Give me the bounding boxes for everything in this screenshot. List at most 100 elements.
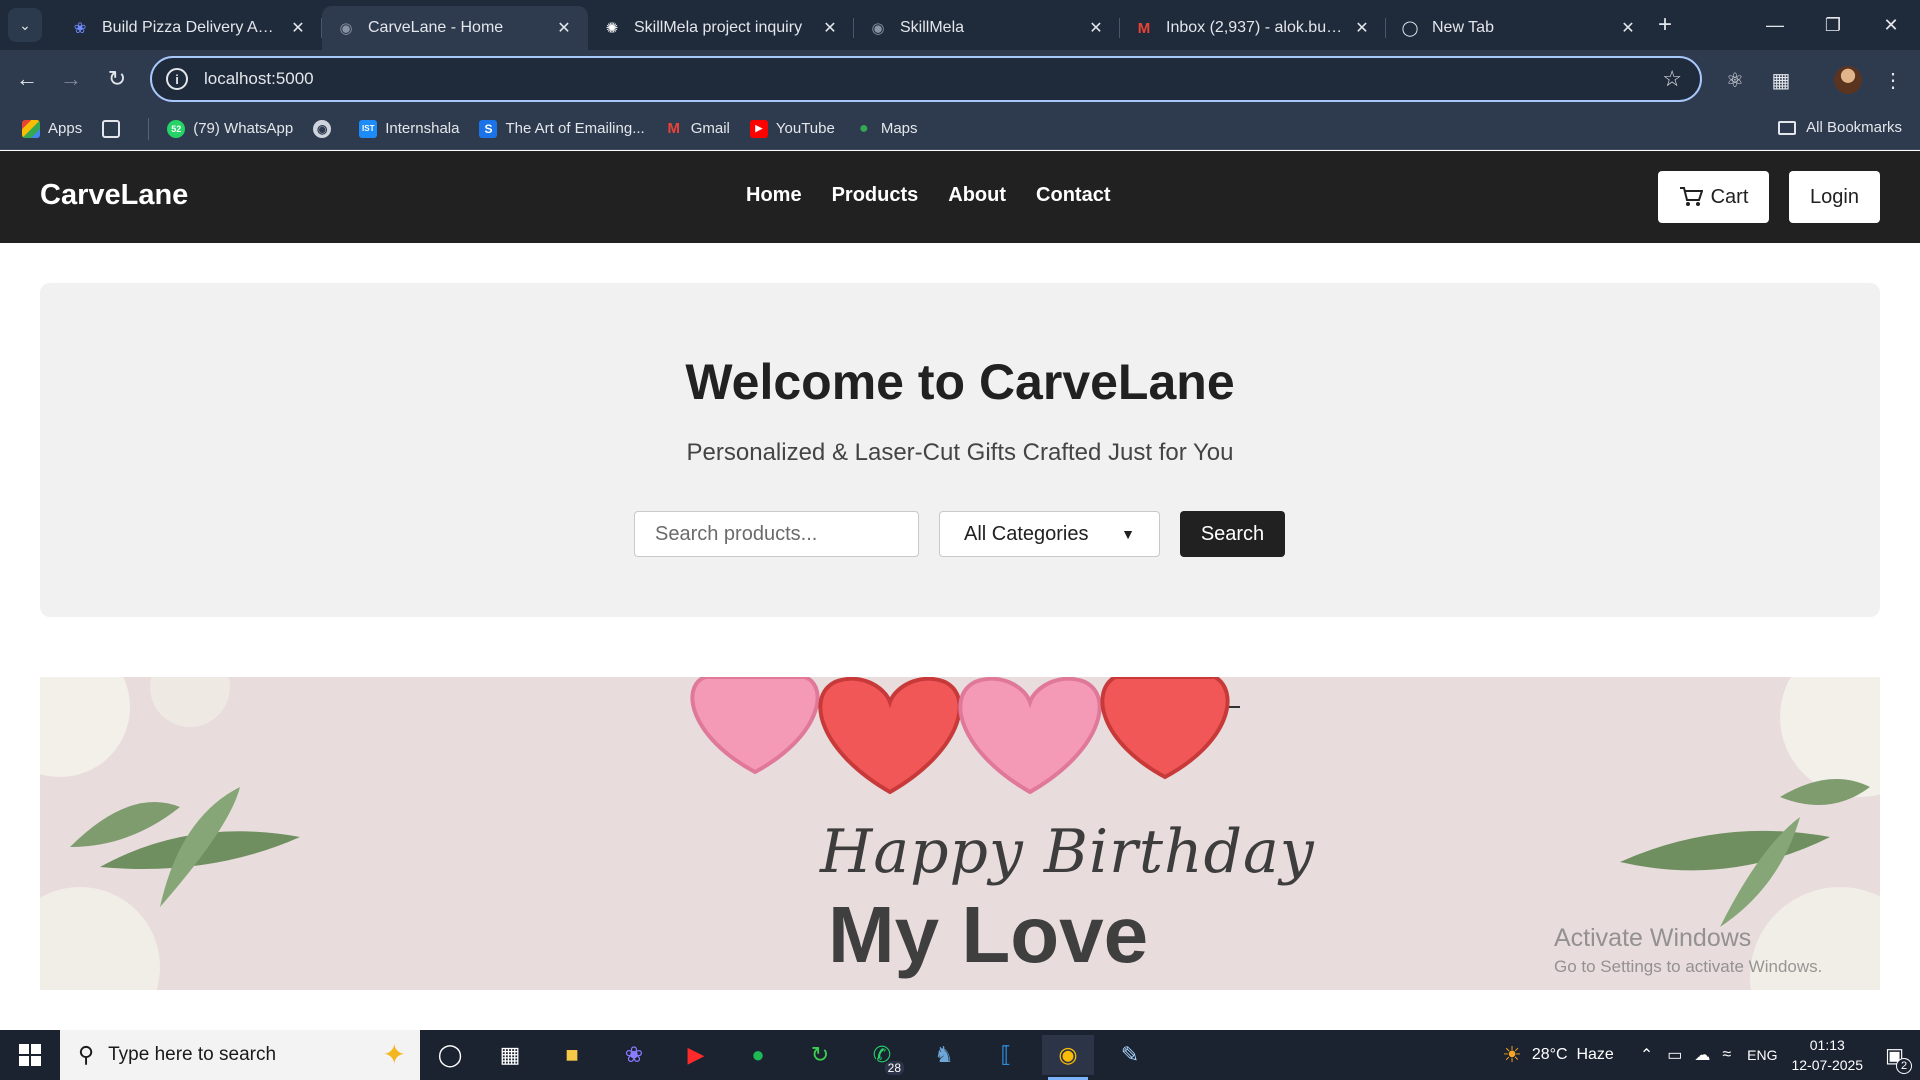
all-bookmarks[interactable]: All Bookmarks: [1778, 119, 1902, 136]
browser-tab-strip: ⌄ ❀ Build Pizza Delivery App wi ✕ ◉ Carv…: [0, 0, 1920, 50]
close-window-button[interactable]: ✕: [1862, 0, 1920, 50]
spotify-icon[interactable]: ●: [732, 1035, 784, 1075]
close-icon[interactable]: ✕: [1086, 18, 1106, 38]
reload-button[interactable]: ↻: [102, 64, 132, 94]
nav-about[interactable]: About: [948, 184, 1006, 207]
apps-grid-icon: [22, 119, 40, 138]
arrow-right-icon: →: [60, 66, 82, 91]
tab-title: New Tab: [1432, 19, 1494, 36]
window-controls: — ❐ ✕: [1746, 0, 1920, 50]
onedrive-icon[interactable]: ☁: [1694, 1045, 1710, 1065]
sparkle-icon: ✦: [382, 1039, 406, 1070]
minimize-button[interactable]: —: [1746, 0, 1804, 50]
bookmark-internshala[interactable]: IST Internshala: [359, 119, 459, 138]
menu-kebab-icon[interactable]: ⋮: [1878, 65, 1908, 95]
category-select[interactable]: All Categories ▼: [939, 511, 1160, 557]
youtube-icon[interactable]: ▶: [670, 1035, 722, 1075]
nav-contact[interactable]: Contact: [1036, 184, 1110, 207]
hero-section: Welcome to CarveLane Personalized & Lase…: [40, 283, 1880, 617]
nav-products[interactable]: Products: [832, 184, 919, 207]
tab-title: Build Pizza Delivery App wi: [102, 19, 282, 36]
forward-button[interactable]: →: [56, 64, 86, 94]
close-icon[interactable]: ✕: [288, 18, 308, 38]
bookmark-star-icon[interactable]: ☆: [1662, 66, 1682, 92]
arrow-left-icon: ←: [16, 66, 38, 91]
battery-icon[interactable]: ▭: [1667, 1045, 1682, 1065]
nav-home[interactable]: Home: [746, 184, 802, 207]
notification-icon[interactable]: ▣ 2: [1885, 1043, 1912, 1074]
activate-windows-watermark: Activate Windows Go to Settings to activ…: [1554, 924, 1823, 976]
site-info-icon[interactable]: i: [166, 68, 188, 90]
address-bar[interactable]: i localhost:5000 ☆: [150, 56, 1702, 102]
chrome-icon[interactable]: ◉: [1042, 1035, 1094, 1080]
grid-icon: [102, 119, 121, 138]
close-icon[interactable]: ✕: [554, 18, 574, 38]
close-icon[interactable]: ✕: [1618, 18, 1638, 38]
tab-skillmela[interactable]: ◉ SkillMela ✕: [854, 6, 1120, 50]
extension-atom-icon[interactable]: ⚛: [1720, 65, 1750, 95]
bookmark-globe[interactable]: ◉: [313, 119, 339, 138]
copilot-icon: ❀: [73, 20, 87, 37]
tab-skillmela-inquiry[interactable]: ✺ SkillMela project inquiry ✕: [588, 6, 854, 50]
whatsapp-icon: 52: [167, 119, 186, 138]
reload-icon: ↻: [107, 66, 127, 91]
task-view-icon[interactable]: ▦: [484, 1035, 536, 1075]
login-button[interactable]: Login: [1789, 171, 1880, 223]
restore-button[interactable]: ❐: [1804, 0, 1862, 50]
whatsapp-icon[interactable]: ✆ 28: [856, 1035, 908, 1075]
notepad-icon[interactable]: ✎: [1104, 1035, 1156, 1075]
cart-button[interactable]: Cart: [1658, 171, 1769, 223]
product-search-input[interactable]: [634, 511, 919, 557]
tab-pizza-app[interactable]: ❀ Build Pizza Delivery App wi ✕: [56, 6, 322, 50]
main-nav: Home Products About Contact: [746, 184, 1140, 207]
file-explorer-icon[interactable]: ■: [546, 1035, 598, 1075]
bookmark-divider: [148, 117, 150, 140]
tab-new-tab[interactable]: ◯ New Tab ✕: [1386, 6, 1652, 50]
maps-icon: ●: [858, 119, 869, 137]
chevron-down-icon: ⌄: [19, 16, 31, 33]
extensions-puzzle-icon[interactable]: ▦: [1766, 65, 1796, 95]
banner-main-text: My Love: [828, 890, 1149, 979]
bookmark-maps[interactable]: ● Maps: [855, 120, 918, 138]
weather-text[interactable]: 28°C Haze: [1532, 1046, 1614, 1064]
bookmark-whatsapp[interactable]: 52 (79) WhatsApp: [167, 119, 293, 138]
postgres-icon[interactable]: ♞: [918, 1035, 970, 1075]
tab-search-button[interactable]: ⌄: [8, 8, 42, 42]
system-tray: ☀ 28°C Haze ⌃ ▭ ☁ ≈ ENG 01:13 12-07-2025…: [1502, 1030, 1920, 1080]
windows-taskbar: ⚲ Type here to search ✦ ◯ ▦ ■ ❀ ▶ ● ↻ ✆ …: [0, 1030, 1920, 1080]
chrome-icon: ◯: [1401, 20, 1419, 37]
globe-icon: ◉: [871, 20, 885, 37]
close-icon[interactable]: ✕: [1352, 18, 1372, 38]
wifi-icon[interactable]: ≈: [1722, 1046, 1731, 1064]
tab-carvelane-home[interactable]: ◉ CarveLane - Home ✕: [322, 6, 588, 50]
refresh-app-icon[interactable]: ↻: [794, 1035, 846, 1075]
vscode-icon[interactable]: ⟦: [980, 1035, 1032, 1075]
tab-gmail-inbox[interactable]: M Inbox (2,937) - alok.burnpu ✕: [1120, 6, 1386, 50]
language-indicator[interactable]: ENG: [1747, 1047, 1777, 1063]
search-button[interactable]: Search: [1180, 511, 1285, 557]
taskbar-search[interactable]: ⚲ Type here to search ✦: [60, 1030, 420, 1080]
tab-title: Inbox (2,937) - alok.burnpu: [1166, 19, 1346, 36]
bookmark-grid[interactable]: [102, 119, 128, 138]
bookmark-art-of-emailing[interactable]: S The Art of Emailing...: [479, 119, 645, 138]
start-button[interactable]: [0, 1030, 60, 1080]
brand-logo[interactable]: CarveLane: [40, 179, 188, 212]
copilot-icon[interactable]: ❀: [608, 1035, 660, 1075]
bookmark-youtube[interactable]: ▶ YouTube: [749, 119, 835, 138]
close-icon[interactable]: ✕: [820, 18, 840, 38]
url-text[interactable]: localhost:5000: [204, 69, 1662, 89]
chevron-up-icon[interactable]: ⌃: [1640, 1045, 1653, 1065]
globe-icon: ◉: [339, 20, 353, 37]
cart-icon: [1679, 187, 1703, 206]
browser-toolbar: ← → ↻ i localhost:5000 ☆ ⚛ ▦ ⋮: [0, 50, 1920, 108]
bookmark-gmail[interactable]: M Gmail: [665, 120, 729, 138]
site-navbar: CarveLane Home Products About Contact Ca…: [0, 151, 1920, 243]
bookmark-apps[interactable]: Apps: [22, 119, 82, 138]
back-button[interactable]: ←: [12, 64, 42, 94]
profile-avatar[interactable]: [1834, 66, 1862, 94]
youtube-icon: ▶: [749, 119, 768, 138]
cortana-icon[interactable]: ◯: [424, 1035, 476, 1075]
internshala-icon: IST: [359, 119, 378, 138]
new-tab-button[interactable]: +: [1650, 10, 1680, 40]
clock[interactable]: 01:13 12-07-2025: [1791, 1035, 1863, 1075]
